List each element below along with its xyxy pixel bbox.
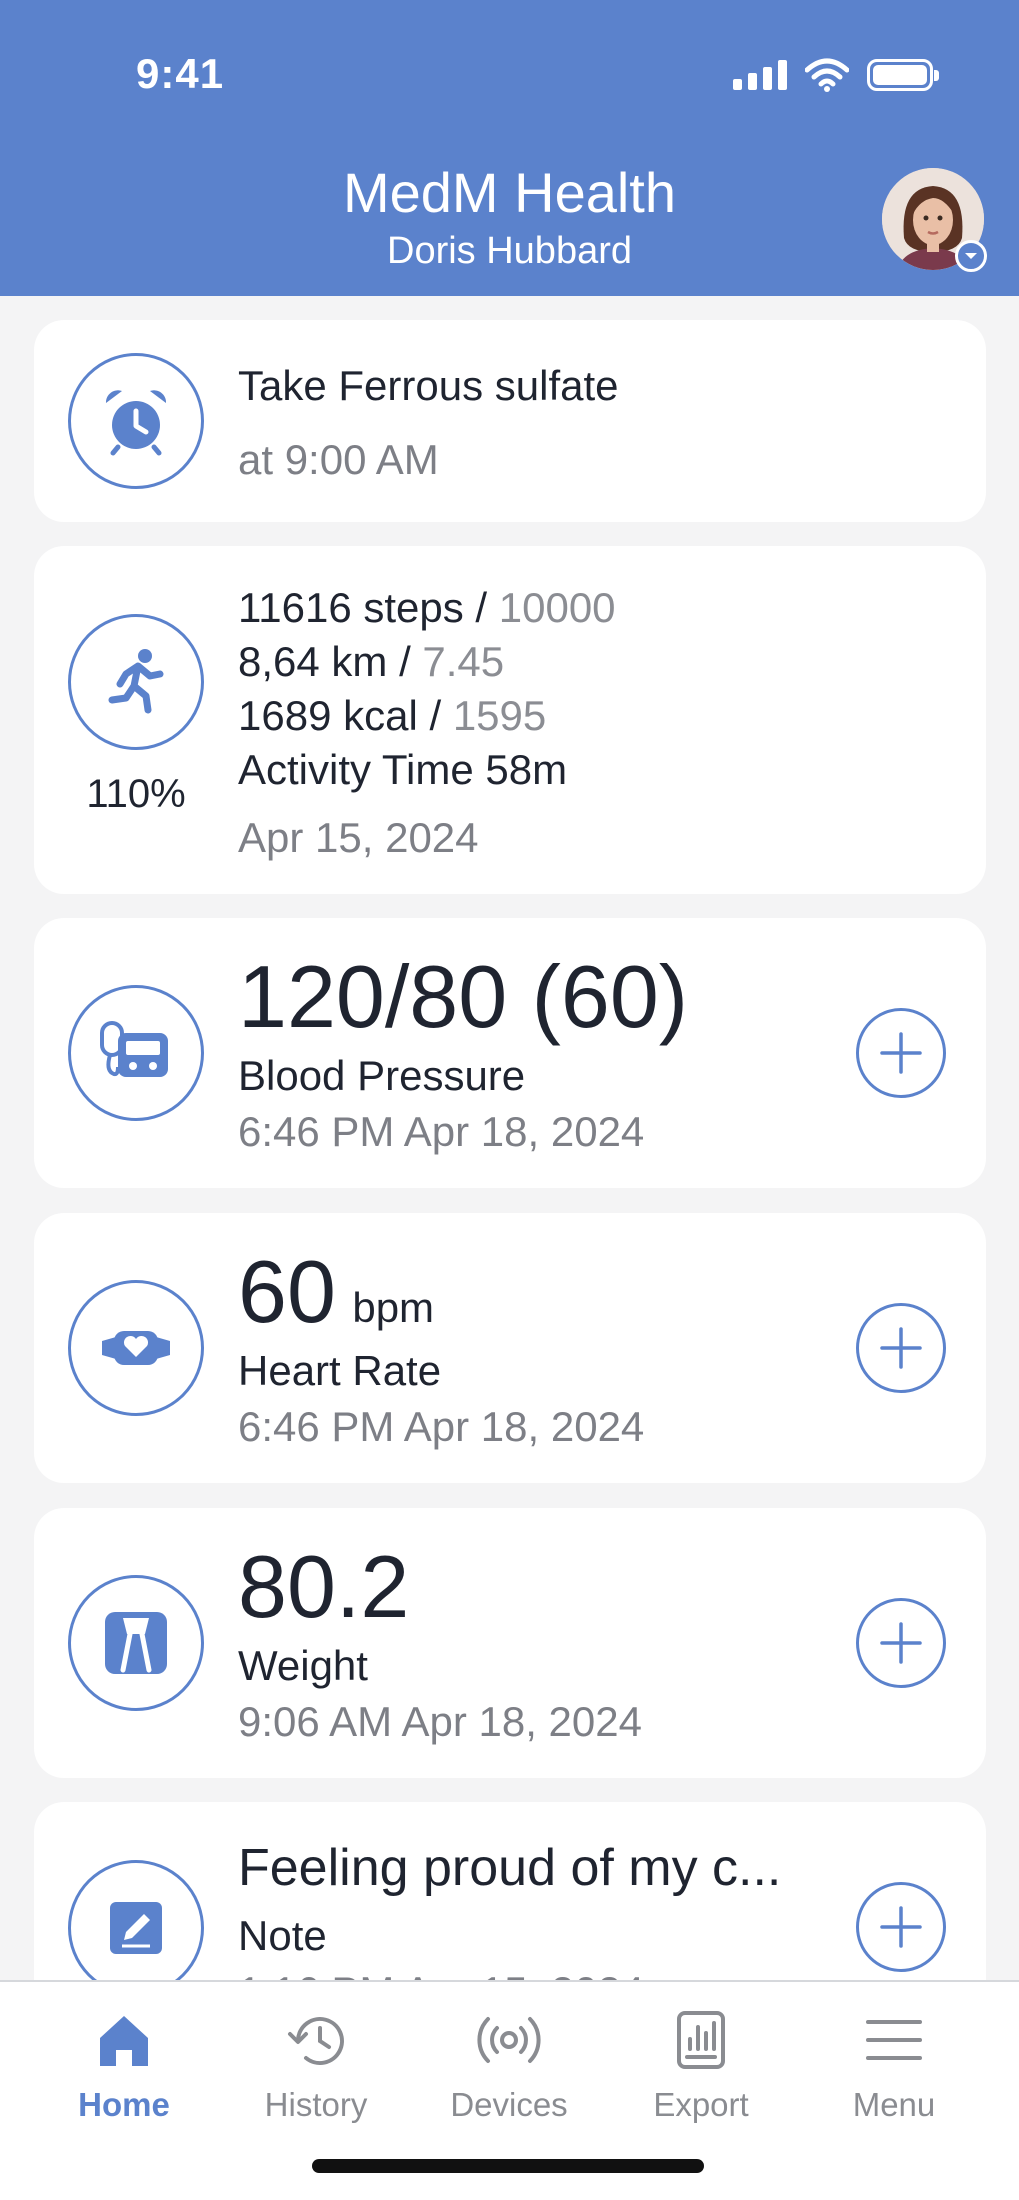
note-pencil-icon <box>68 1860 204 1996</box>
bp-timestamp: 6:46 PM Apr 18, 2024 <box>238 1108 645 1155</box>
scale-icon <box>68 1575 204 1711</box>
home-icon <box>44 2002 204 2078</box>
weight-value: 80.2 <box>238 1537 410 1636</box>
activity-card[interactable]: 110% 11616 steps / 10000 8,64 km / 7.45 … <box>34 546 986 894</box>
hr-timestamp: 6:46 PM Apr 18, 2024 <box>238 1403 645 1450</box>
bp-value: 120/80 (60) <box>238 947 689 1046</box>
tab-export[interactable]: Export <box>621 2002 781 2124</box>
steps-goal: 10000 <box>498 584 616 631</box>
tab-menu[interactable]: Menu <box>814 2002 974 2124</box>
weight-label: Weight <box>238 1642 368 1689</box>
distance-goal: 7.45 <box>422 638 505 685</box>
export-icon <box>621 2002 781 2078</box>
menu-icon <box>814 2002 974 2078</box>
add-note-button[interactable] <box>856 1882 946 1972</box>
status-icons <box>733 58 939 92</box>
steps-value: 11616 steps / <box>238 584 499 631</box>
devices-icon <box>429 2002 589 2078</box>
cellular-signal-icon <box>733 60 787 90</box>
weight-timestamp: 9:06 AM Apr 18, 2024 <box>238 1698 642 1745</box>
reminder-time: at 9:00 AM <box>238 436 439 483</box>
activity-date: Apr 15, 2024 <box>238 814 479 861</box>
bp-label: Blood Pressure <box>238 1052 526 1099</box>
add-blood-pressure-button[interactable] <box>856 1008 946 1098</box>
home-screen: 9:41 MedM Health Doris Hubbard Take Ferr… <box>0 0 1019 2200</box>
hr-label: Heart Rate <box>238 1347 442 1394</box>
tab-history-label: History <box>264 2086 368 2123</box>
hr-unit: bpm <box>352 1284 435 1331</box>
blood-pressure-monitor-icon <box>68 985 204 1121</box>
tab-menu-label: Menu <box>852 2086 936 2123</box>
tab-devices[interactable]: Devices <box>429 2002 589 2124</box>
tab-home-label: Home <box>78 2086 170 2123</box>
heart-rate-card[interactable]: 60 bpm Heart Rate 6:46 PM Apr 18, 2024 <box>34 1213 986 1483</box>
heart-rate-belt-icon <box>68 1280 204 1416</box>
add-heart-rate-button[interactable] <box>856 1303 946 1393</box>
note-label: Note <box>238 1912 327 1959</box>
header: 9:41 MedM Health Doris Hubbard <box>0 0 1019 296</box>
note-text: Feeling proud of my c... <box>238 1839 782 1897</box>
history-icon <box>236 2002 396 2078</box>
app-title: MedM Health <box>342 161 677 224</box>
weight-card[interactable]: 80.2 Weight 9:06 AM Apr 18, 2024 <box>34 1508 986 1778</box>
tab-home[interactable]: Home <box>44 2002 204 2124</box>
tab-devices-label: Devices <box>450 2086 568 2123</box>
calories-value: 1689 kcal / <box>238 692 453 739</box>
distance-value: 8,64 km / <box>238 638 423 685</box>
tab-history[interactable]: History <box>236 2002 396 2124</box>
activity-time: Activity Time 58m <box>238 746 568 793</box>
blood-pressure-card[interactable]: 120/80 (60) Blood Pressure 6:46 PM Apr 1… <box>34 918 986 1188</box>
wifi-icon <box>805 58 849 92</box>
add-weight-button[interactable] <box>856 1598 946 1688</box>
user-name[interactable]: Doris Hubbard <box>0 230 1019 273</box>
alarm-clock-icon <box>68 353 204 489</box>
tab-export-label: Export <box>653 2086 749 2123</box>
reminder-title: Take Ferrous sulfate <box>238 362 619 409</box>
home-indicator <box>312 2159 704 2173</box>
calories-goal: 1595 <box>452 692 547 739</box>
activity-percent: 110% <box>86 772 186 816</box>
running-person-icon <box>68 614 204 750</box>
hr-value: 60 <box>238 1242 336 1341</box>
battery-icon <box>867 59 939 91</box>
status-time: 9:41 <box>136 50 225 97</box>
medication-reminder-card[interactable]: Take Ferrous sulfate at 9:00 AM <box>34 320 986 522</box>
account-switch-icon[interactable] <box>955 240 987 272</box>
